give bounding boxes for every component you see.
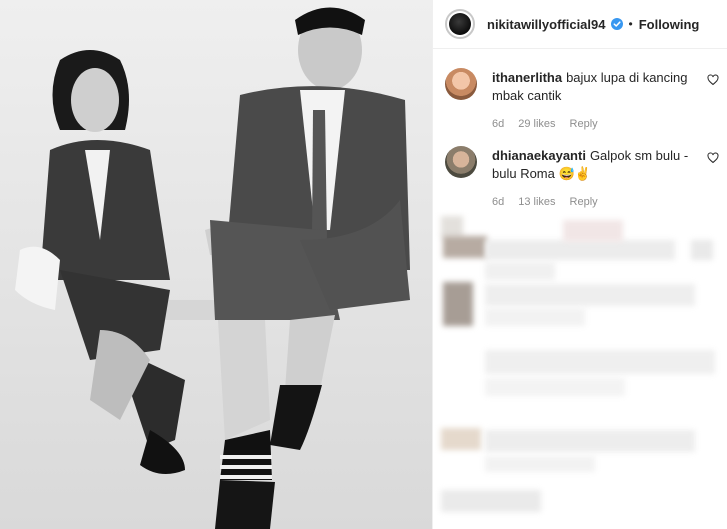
blurred-block	[691, 240, 713, 260]
blurred-block	[485, 308, 585, 326]
comment-reply-button[interactable]: Reply	[570, 118, 598, 130]
post-photo-graphic	[0, 0, 432, 529]
blurred-block	[485, 350, 715, 374]
heart-icon[interactable]	[707, 152, 719, 164]
blurred-block	[563, 220, 623, 242]
blurred-block	[485, 430, 695, 452]
author-avatar[interactable]	[445, 9, 475, 39]
comment-age: 6d	[492, 196, 505, 208]
comment-text-block: dhianaekayanti Galpok sm bulu - bulu Roma…	[492, 147, 692, 183]
comment-username[interactable]: dhianaekayanti	[492, 148, 586, 163]
comment-age: 6d	[492, 118, 505, 130]
blurred-block	[441, 428, 481, 450]
comment-likes[interactable]: 13 likes	[518, 196, 555, 208]
blurred-block	[485, 456, 595, 472]
comment-meta: 6d 29 likes Reply	[492, 118, 598, 130]
blurred-block	[485, 378, 625, 396]
author-username[interactable]: nikitawillyofficial94	[487, 17, 606, 32]
verified-badge-icon	[610, 18, 623, 30]
blurred-comments-region	[433, 210, 727, 529]
comments-panel: nikitawillyofficial94 • Following ithane…	[432, 0, 727, 529]
blurred-block	[443, 236, 487, 258]
blurred-block	[443, 282, 473, 326]
blurred-block	[441, 490, 541, 512]
comment-reply-button[interactable]: Reply	[570, 196, 598, 208]
comment-item: dhianaekayanti Galpok sm bulu - bulu Roma…	[445, 146, 719, 212]
comment-username[interactable]: ithanerlitha	[492, 70, 562, 85]
blurred-block	[441, 216, 463, 238]
comment-meta: 6d 13 likes Reply	[492, 196, 598, 208]
comment-likes[interactable]: 29 likes	[518, 118, 555, 130]
blurred-block	[485, 262, 555, 280]
post-header: nikitawillyofficial94 • Following	[433, 0, 727, 49]
blurred-block	[485, 240, 675, 260]
heart-icon[interactable]	[707, 74, 719, 86]
comment-text-block: ithanerlitha bajux lupa di kancing mbak c…	[492, 69, 692, 105]
following-button[interactable]: Following	[639, 17, 700, 32]
comment-item: ithanerlitha bajux lupa di kancing mbak c…	[445, 68, 719, 134]
commenter-avatar[interactable]	[445, 68, 477, 100]
post-photo[interactable]	[0, 0, 432, 529]
blurred-block	[485, 284, 695, 306]
commenter-avatar[interactable]	[445, 146, 477, 178]
separator-dot: •	[628, 17, 633, 31]
